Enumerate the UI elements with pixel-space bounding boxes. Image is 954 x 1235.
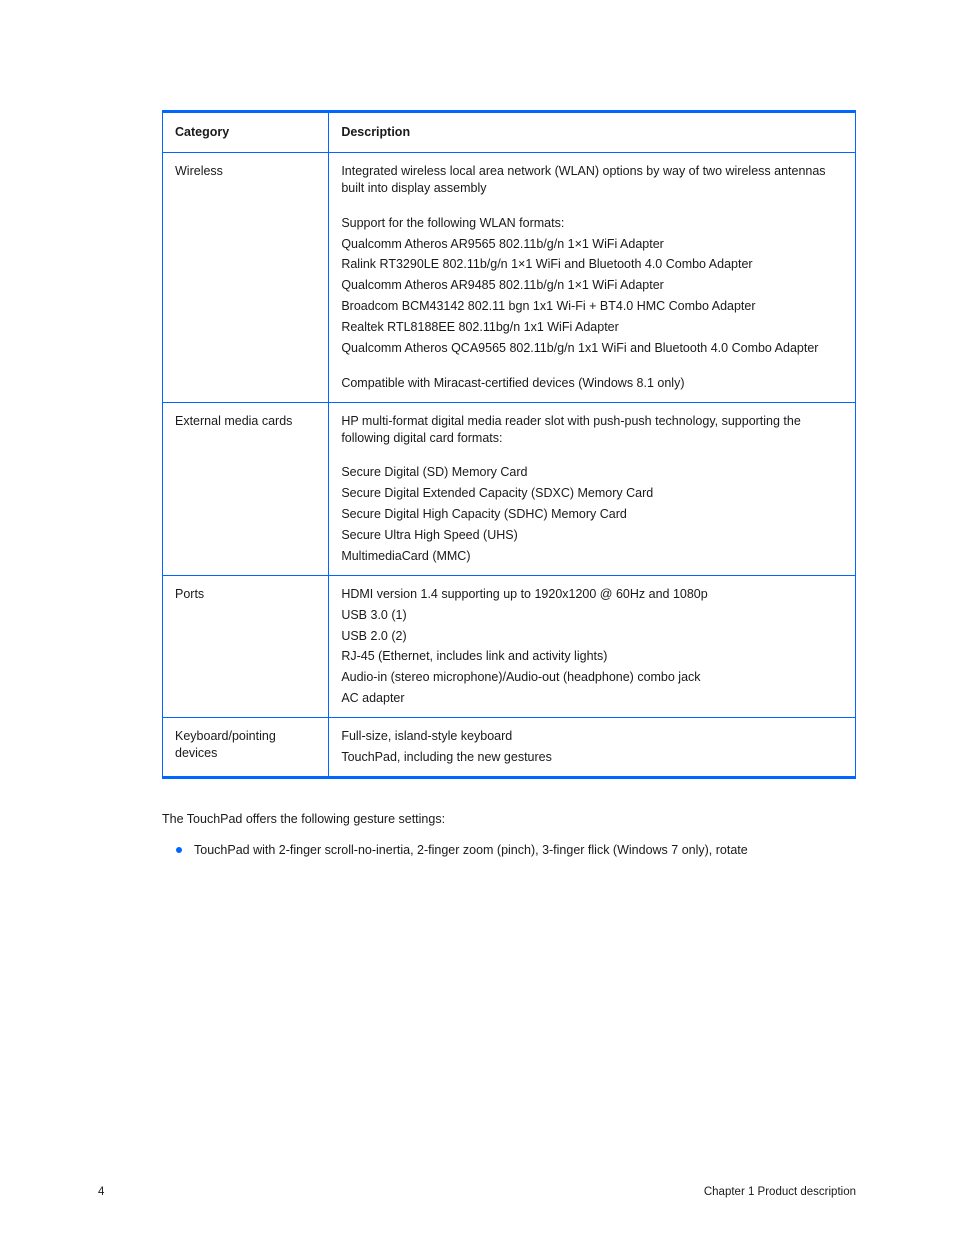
cell-title: External media cards xyxy=(175,413,316,430)
text-line: Secure Digital High Capacity (SDHC) Memo… xyxy=(341,506,843,523)
text-line: Secure Ultra High Speed (UHS) xyxy=(341,527,843,544)
text-line: HP multi-format digital media reader slo… xyxy=(341,413,843,447)
page-number: 4 xyxy=(98,1185,104,1201)
chapter-label: Chapter 1 Product description xyxy=(704,1185,856,1201)
wireless-category-cell: Wireless xyxy=(163,152,329,402)
text-line: Ralink RT3290LE 802.11b/g/n 1×1 WiFi and… xyxy=(341,256,843,273)
ports-category-cell: Ports xyxy=(163,575,329,717)
bullet-icon xyxy=(176,847,182,853)
text-line: Audio-in (stereo microphone)/Audio-out (… xyxy=(341,669,843,686)
keyboard-row: Keyboard/pointing devices Full-size, isl… xyxy=(163,718,856,778)
text-line: MultimediaCard (MMC) xyxy=(341,548,843,565)
wireless-row: Wireless Integrated wireless local area … xyxy=(163,152,856,402)
text-line: Integrated wireless local area network (… xyxy=(341,163,843,197)
cell-title: Keyboard/pointing devices xyxy=(175,728,316,762)
text-line: USB 2.0 (2) xyxy=(341,628,843,645)
page-footer: 4 Chapter 1 Product description xyxy=(0,1185,954,1201)
external-media-description-cell: HP multi-format digital media reader slo… xyxy=(329,402,856,575)
external-media-row: External media cards HP multi-format dig… xyxy=(163,402,856,575)
text-line: TouchPad, including the new gestures xyxy=(341,749,843,766)
text-line: RJ-45 (Ethernet, includes link and activ… xyxy=(341,648,843,665)
col-header-description: Description xyxy=(329,112,856,153)
keyboard-category-cell: Keyboard/pointing devices xyxy=(163,718,329,778)
lead-text: The TouchPad offers the following gestur… xyxy=(162,811,856,828)
keyboard-description-cell: Full-size, island-style keyboard TouchPa… xyxy=(329,718,856,778)
text-line: Qualcomm Atheros AR9485 802.11b/g/n 1×1 … xyxy=(341,277,843,294)
ports-row: Ports HDMI version 1.4 supporting up to … xyxy=(163,575,856,717)
text-line: Qualcomm Atheros AR9565 802.11b/g/n 1×1 … xyxy=(341,236,843,253)
text-line: Compatible with Miracast-certified devic… xyxy=(341,375,843,392)
text-line: Broadcom BCM43142 802.11 bgn 1x1 Wi-Fi +… xyxy=(341,298,843,315)
wireless-description-cell: Integrated wireless local area network (… xyxy=(329,152,856,402)
text-line: Secure Digital (SD) Memory Card xyxy=(341,464,843,481)
text-line: Secure Digital Extended Capacity (SDXC) … xyxy=(341,485,843,502)
text-line: AC adapter xyxy=(341,690,843,707)
text-line: Support for the following WLAN formats: xyxy=(341,215,843,232)
text-line: Qualcomm Atheros QCA9565 802.11b/g/n 1x1… xyxy=(341,340,843,357)
below-table-section: The TouchPad offers the following gestur… xyxy=(162,811,856,859)
external-media-category-cell: External media cards xyxy=(163,402,329,575)
cell-title: Ports xyxy=(175,586,316,603)
text-line: Full-size, island-style keyboard xyxy=(341,728,843,745)
ports-description-cell: HDMI version 1.4 supporting up to 1920x1… xyxy=(329,575,856,717)
col-header-category: Category xyxy=(163,112,329,153)
text-line: USB 3.0 (1) xyxy=(341,607,843,624)
bullet-item: TouchPad with 2-finger scroll-no-inertia… xyxy=(176,842,856,859)
spec-table: Category Description Wireless Integrated… xyxy=(162,110,856,779)
text-line: HDMI version 1.4 supporting up to 1920x1… xyxy=(341,586,843,603)
cell-title: Wireless xyxy=(175,163,316,180)
text-line: Realtek RTL8188EE 802.11bg/n 1x1 WiFi Ad… xyxy=(341,319,843,336)
bullet-text: TouchPad with 2-finger scroll-no-inertia… xyxy=(194,842,856,859)
table-header-row: Category Description xyxy=(163,112,856,153)
